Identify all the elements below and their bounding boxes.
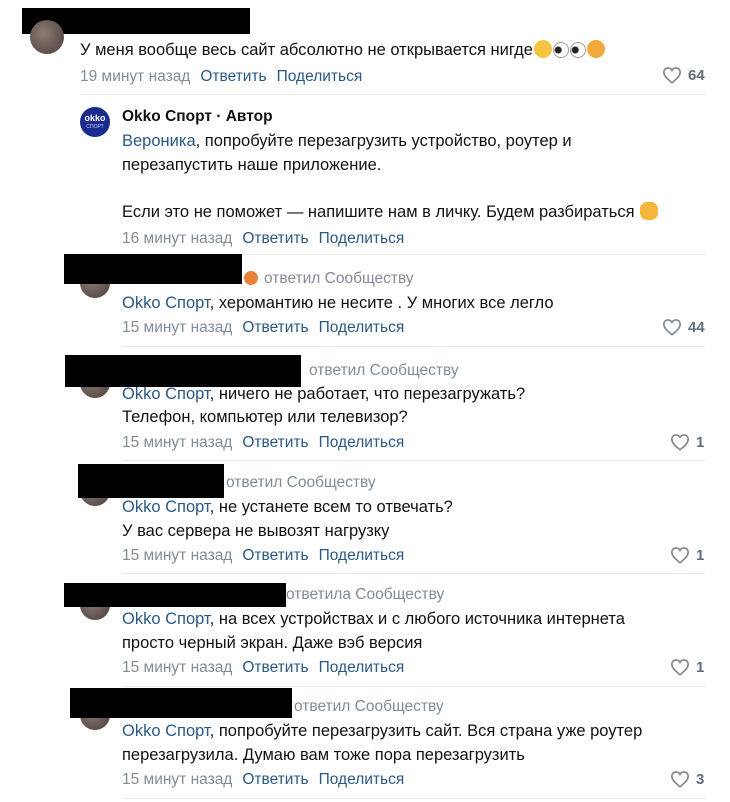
like-button[interactable]: 1 bbox=[670, 658, 704, 676]
divider bbox=[80, 94, 705, 95]
heart-icon bbox=[662, 67, 682, 84]
like-count: 44 bbox=[688, 318, 705, 336]
divider bbox=[122, 686, 705, 687]
comment-text: Okko Спорт, на всех устройствах и с любо… bbox=[122, 610, 625, 628]
comment-meta: 15 минут назад Ответить Поделиться bbox=[122, 770, 404, 790]
reply-button[interactable]: Ответить bbox=[242, 771, 308, 788]
timestamp[interactable]: 15 минут назад bbox=[122, 771, 232, 788]
avatar[interactable] bbox=[30, 20, 64, 54]
comment-text: Вероника, попробуйте перезагрузить устро… bbox=[122, 132, 572, 150]
emoji-eyes-icon bbox=[569, 42, 586, 58]
comment-text-line: Если это не поможет — напишите нам в лич… bbox=[122, 200, 659, 224]
okko-logo-avatar[interactable]: okko СПОРТ bbox=[80, 107, 110, 137]
divider bbox=[122, 460, 705, 461]
comment-meta: 15 минут назад Ответить Поделиться bbox=[122, 546, 404, 566]
timestamp[interactable]: 15 минут назад bbox=[122, 434, 232, 451]
comment-meta: 15 минут назад Ответить Поделиться bbox=[122, 318, 404, 338]
redacted-username bbox=[64, 254, 242, 284]
share-button[interactable]: Поделиться bbox=[319, 659, 405, 676]
divider bbox=[122, 573, 705, 574]
emoji-eyes-icon bbox=[552, 42, 569, 58]
mention-link[interactable]: Okko Спорт bbox=[122, 385, 210, 403]
reply-button[interactable]: Ответить bbox=[242, 547, 308, 564]
mention-link[interactable]: Вероника bbox=[122, 132, 196, 150]
like-count: 1 bbox=[696, 658, 705, 676]
comment-text-line: просто черный экран. Даже вэб версия bbox=[122, 634, 423, 652]
timestamp[interactable]: 15 минут назад bbox=[122, 319, 232, 336]
comment-text: Okko Спорт, херомантию не несите . У мно… bbox=[122, 294, 554, 312]
comment-text-line: перезагрузила. Думаю вам тоже пора перез… bbox=[122, 746, 525, 764]
share-button[interactable]: Поделиться bbox=[319, 230, 405, 247]
mention-link[interactable]: Okko Спорт bbox=[122, 722, 210, 740]
heart-icon bbox=[670, 771, 690, 788]
replied-to: ответила Сообществу bbox=[286, 586, 445, 603]
redacted-username bbox=[78, 464, 224, 498]
replied-to: ответил Сообществу bbox=[226, 474, 376, 491]
timestamp[interactable]: 19 минут назад bbox=[80, 68, 190, 85]
reply-button[interactable]: Ответить bbox=[242, 319, 308, 336]
reply-button[interactable]: Ответить bbox=[242, 230, 308, 247]
like-count: 3 bbox=[696, 770, 705, 788]
like-button[interactable]: 64 bbox=[662, 66, 705, 84]
comment-text-line: Телефон, компьютер или телевизор? bbox=[122, 408, 408, 426]
heart-icon bbox=[670, 547, 690, 564]
heart-icon bbox=[670, 434, 690, 451]
reply-button[interactable]: Ответить bbox=[200, 68, 266, 85]
like-count: 64 bbox=[688, 66, 705, 84]
comment-meta: 15 минут назад Ответить Поделиться bbox=[122, 433, 404, 453]
mention-link[interactable]: Okko Спорт bbox=[122, 294, 210, 312]
redacted-username bbox=[64, 583, 286, 607]
replied-to: ответил Сообществу bbox=[294, 698, 444, 715]
comment-meta: 15 минут назад Ответить Поделиться bbox=[122, 658, 404, 678]
comment-text: Okko Спорт, ничего не работает, что пере… bbox=[122, 385, 526, 403]
comment-text: Okko Спорт, попробуйте перезагрузить сай… bbox=[122, 722, 643, 740]
reply-button[interactable]: Ответить bbox=[242, 659, 308, 676]
emoji-ok-hand-icon bbox=[640, 202, 659, 220]
like-count: 1 bbox=[696, 433, 705, 451]
mention-link[interactable]: Okko Спорт bbox=[122, 610, 210, 628]
share-button[interactable]: Поделиться bbox=[277, 68, 363, 85]
divider bbox=[122, 798, 705, 799]
author-name[interactable]: Okko Спорт · Автор bbox=[122, 108, 273, 126]
timestamp[interactable]: 15 минут назад bbox=[122, 659, 232, 676]
emoji-scream-icon bbox=[586, 40, 605, 58]
replied-to: ответил Сообществу bbox=[309, 362, 459, 379]
timestamp[interactable]: 15 минут назад bbox=[122, 547, 232, 564]
comment-text: У меня вообще весь сайт абсолютно не отк… bbox=[80, 38, 605, 62]
emoji-flushed-icon bbox=[533, 40, 552, 58]
like-button[interactable]: 1 bbox=[670, 433, 704, 451]
like-button[interactable]: 44 bbox=[662, 318, 705, 336]
comment-text-line: У вас сервера не вывозят нагрузку bbox=[122, 522, 390, 540]
replied-to: ответил Сообществу bbox=[264, 270, 414, 287]
like-button[interactable]: 3 bbox=[670, 770, 704, 788]
comment-text-line: перезапустить наше приложение. bbox=[122, 156, 382, 174]
comment-meta: 16 минут назад Ответить Поделиться bbox=[122, 229, 404, 249]
reply-button[interactable]: Ответить bbox=[242, 434, 308, 451]
mention-link[interactable]: Okko Спорт bbox=[122, 498, 210, 516]
redacted-username bbox=[70, 688, 292, 718]
emoji-icon bbox=[244, 271, 258, 285]
comment-text: Okko Спорт, не устанете всем то отвечать… bbox=[122, 498, 453, 516]
comment-meta: 19 минут назад Ответить Поделиться bbox=[80, 67, 362, 87]
like-count: 1 bbox=[696, 546, 705, 564]
timestamp[interactable]: 16 минут назад bbox=[122, 230, 232, 247]
divider bbox=[122, 346, 705, 347]
heart-icon bbox=[662, 319, 682, 336]
heart-icon bbox=[670, 659, 690, 676]
share-button[interactable]: Поделиться bbox=[319, 434, 405, 451]
like-button[interactable]: 1 bbox=[670, 546, 704, 564]
share-button[interactable]: Поделиться bbox=[319, 771, 405, 788]
share-button[interactable]: Поделиться bbox=[319, 319, 405, 336]
share-button[interactable]: Поделиться bbox=[319, 547, 405, 564]
